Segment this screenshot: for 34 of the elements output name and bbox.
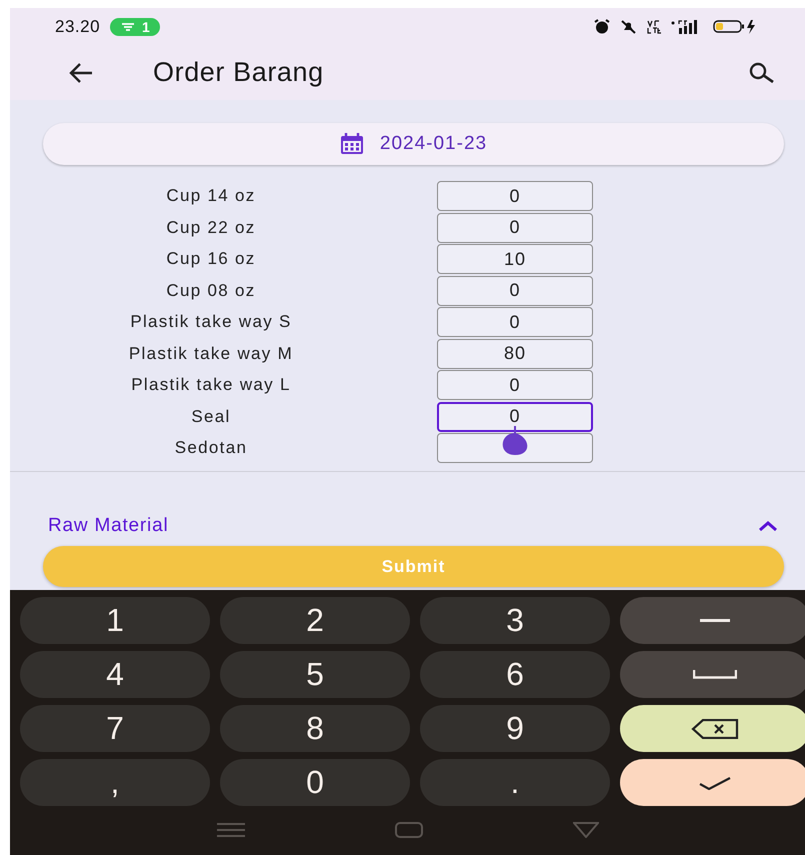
keyboard-key[interactable]: 8 (220, 705, 410, 752)
page-title: Order Barang (153, 57, 325, 88)
item-name: Seal (190, 406, 232, 426)
item-name: Plastik take way S (129, 312, 293, 332)
date-picker-button[interactable]: 2024-01-23 (43, 123, 784, 165)
quantity-field[interactable]: 80 (437, 338, 593, 368)
hotspot-badge: 1 (110, 18, 160, 36)
quantity-field[interactable]: 0 (437, 212, 593, 242)
keyboard-key[interactable]: 4 (20, 651, 210, 698)
item-name: Cup 16 oz (165, 249, 257, 269)
quantity-field[interactable]: 0 (437, 307, 593, 337)
keyboard-key[interactable]: 7 (20, 705, 210, 752)
quantity-field[interactable]: 0 (437, 402, 593, 432)
section-header[interactable]: Raw Material (48, 512, 778, 540)
keyboard-key[interactable]: 5 (220, 651, 410, 698)
item-name: Cup 14 oz (165, 186, 257, 206)
keyboard-key[interactable]: , (20, 759, 210, 806)
item-name: Plastik take way L (130, 375, 292, 395)
item-name: Cup 22 oz (165, 218, 257, 238)
quantity-field[interactable]: 0 (437, 370, 593, 400)
item-name: Plastik take way M (128, 344, 294, 364)
keyboard-key[interactable]: 2 (220, 597, 410, 644)
quantity-field[interactable]: 0 (437, 181, 593, 211)
quantity-field[interactable]: 10 (437, 244, 593, 274)
keyboard-key[interactable]: . (420, 759, 610, 806)
keyboard-key[interactable]: 6 (420, 651, 610, 698)
item-name: Sedotan (174, 438, 248, 458)
keyboard-key[interactable]: 0 (220, 759, 410, 806)
item-name: Cup 08 oz (165, 280, 257, 300)
keyboard-key[interactable]: 1 (20, 597, 210, 644)
status-time: 23.20 (55, 16, 100, 36)
keyboard-key[interactable]: 9 (420, 705, 610, 752)
keyboard-key[interactable]: 3 (420, 597, 610, 644)
quantity-field[interactable]: 0 (437, 276, 593, 306)
